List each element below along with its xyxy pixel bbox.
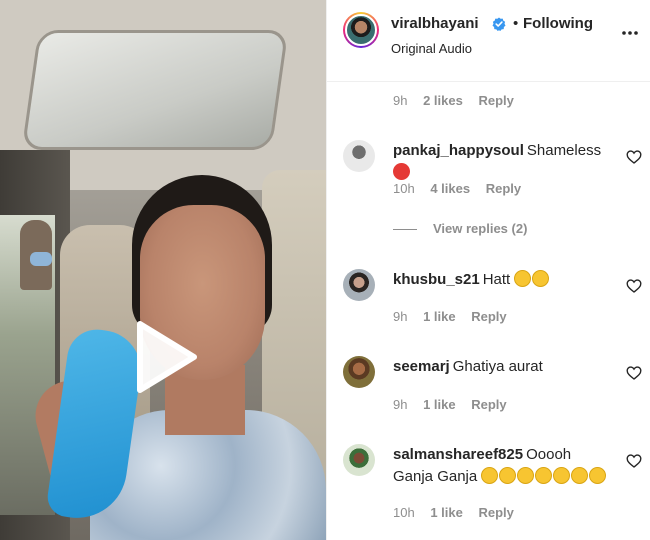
comment-likes[interactable]: 1 like [423,309,456,324]
comment-username[interactable]: pankaj_happysoul [393,142,524,159]
grinning-squint-face-icon [589,467,607,484]
view-replies-line [393,229,417,231]
comment-username[interactable]: salmanshareef825 [393,446,523,463]
view-replies-button[interactable]: View replies (2) [393,221,527,236]
comment-meta: 10h 4 likes Reply [393,181,533,196]
following-button[interactable]: Following [523,15,593,32]
comment-time: 10h [393,181,415,196]
rofl-face-icon [481,467,499,484]
verified-badge-icon [492,17,506,31]
comment-text: salmanshareef825 Ooooh Ganja Ganja [393,444,615,488]
comment-body: Ghatiya aurat [452,358,543,375]
comment-meta: 10h 1 like Reply [393,505,526,520]
reply-button[interactable]: Reply [471,397,506,412]
comment-time: 9h [393,309,408,324]
comment-likes[interactable]: 1 like [430,505,463,520]
reply-button[interactable]: Reply [486,181,521,196]
rofl-face-icon [517,467,535,484]
comment-username[interactable]: seemarj [393,358,450,375]
avatar[interactable] [343,356,375,388]
profile-username[interactable]: viralbhayani [391,15,479,32]
comment-body: Hatt [482,271,511,288]
reply-button[interactable]: Reply [478,93,513,108]
comment-username[interactable]: khusbu_s21 [393,271,480,288]
comment-likes[interactable]: 4 likes [430,181,470,196]
comment-meta: 9h 1 like Reply [393,397,519,412]
reply-button[interactable]: Reply [471,309,506,324]
comment-time: 9h [393,93,408,108]
more-options-icon[interactable] [621,30,639,36]
avatar[interactable] [343,140,375,172]
heart-icon[interactable] [626,453,642,469]
persevering-face-icon [514,270,532,287]
comment-text: pankaj_happysoul Shameless [393,140,615,184]
grinning-squint-face-icon [535,467,553,484]
profile-avatar[interactable] [343,12,379,48]
sunroof [21,30,289,150]
comment-meta: 9h 1 like Reply [393,309,519,324]
play-icon[interactable] [134,320,198,394]
comments-panel: viralbhayani • Following Original Audio … [326,0,650,540]
comment-text: khusbu_s21 Hatt [393,269,615,291]
comment-likes[interactable]: 2 likes [423,93,463,108]
grinning-squint-face-icon [553,467,571,484]
persevering-face-icon [532,270,550,287]
heart-icon[interactable] [626,365,642,381]
comment-meta: 9h 2 likes Reply [393,93,526,108]
comment-body: Shameless [526,142,602,159]
grinning-squint-face-icon [571,467,589,484]
reply-button[interactable]: Reply [478,505,513,520]
bystander-mask [30,252,52,266]
post-header: viralbhayani • Following Original Audio [327,0,650,82]
heart-icon[interactable] [626,149,642,165]
avatar[interactable] [343,269,375,301]
heart-icon[interactable] [626,278,642,294]
header-separator: • [513,15,519,32]
comment-likes[interactable]: 1 like [423,397,456,412]
rofl-face-icon [499,467,517,484]
angry-face-icon [393,163,410,180]
view-replies-label: View replies (2) [433,221,528,236]
comment-time: 10h [393,505,415,520]
avatar[interactable] [343,444,375,476]
comment-time: 9h [393,397,408,412]
audio-label[interactable]: Original Audio [391,41,472,56]
comment-text: seemarj Ghatiya aurat [393,356,615,378]
reel-video[interactable] [0,0,326,540]
